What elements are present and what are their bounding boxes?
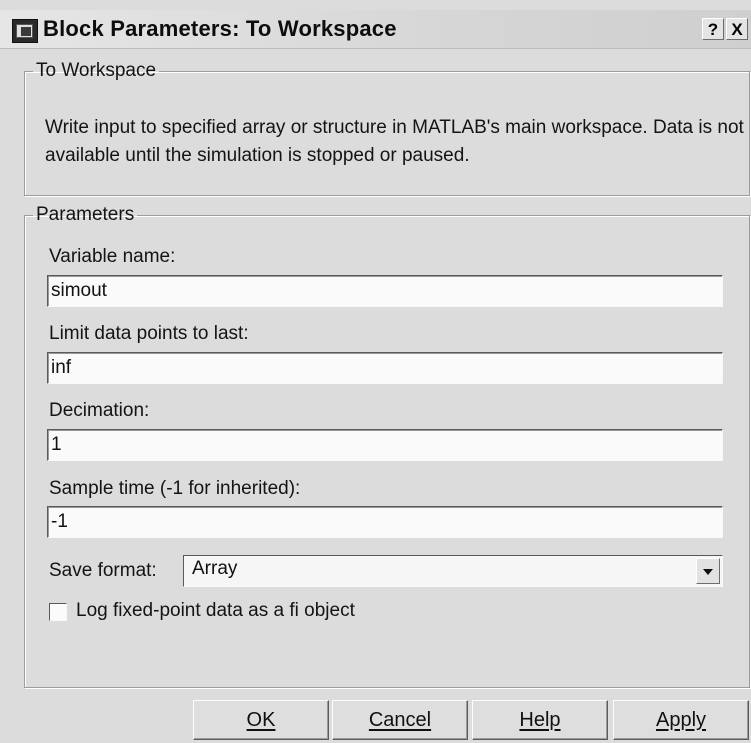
variable-name-input[interactable]: simout — [47, 275, 723, 307]
parameters-group-legend: Parameters — [36, 204, 135, 225]
window-title: Block Parameters: To Workspace — [43, 16, 397, 41]
cancel-button[interactable]: Cancel — [332, 700, 468, 740]
ok-button[interactable]: OK — [193, 700, 329, 740]
sample-time-label: Sample time (-1 for inherited): — [49, 478, 301, 499]
save-format-select[interactable]: Array — [183, 555, 723, 587]
log-fixed-point-checkbox[interactable] — [49, 603, 67, 621]
chevron-down-icon[interactable] — [696, 558, 720, 584]
log-fixed-point-label[interactable]: Log fixed-point data as a fi object — [76, 600, 355, 622]
title-bar[interactable]: Block Parameters: To Workspace ? X — [0, 10, 751, 49]
block-description: Write input to specified array or struct… — [45, 117, 744, 166]
description-group-legend: To Workspace — [36, 60, 157, 81]
apply-button[interactable]: Apply — [613, 700, 749, 740]
save-format-label: Save format: — [49, 560, 157, 581]
save-format-value: Array — [192, 558, 238, 579]
help-button[interactable]: Help — [472, 700, 608, 740]
simulink-block-icon — [12, 19, 38, 43]
limit-data-points-label: Limit data points to last: — [49, 323, 249, 344]
description-group: To Workspace Write input to specified ar… — [24, 60, 750, 196]
variable-name-label: Variable name: — [49, 246, 176, 267]
limit-data-points-input[interactable]: inf — [47, 352, 723, 384]
decimation-label: Decimation: — [49, 400, 150, 421]
help-icon[interactable]: ? — [702, 18, 724, 40]
close-icon[interactable]: X — [726, 18, 748, 40]
sample-time-input[interactable]: -1 — [47, 506, 723, 538]
decimation-input[interactable]: 1 — [47, 429, 723, 461]
